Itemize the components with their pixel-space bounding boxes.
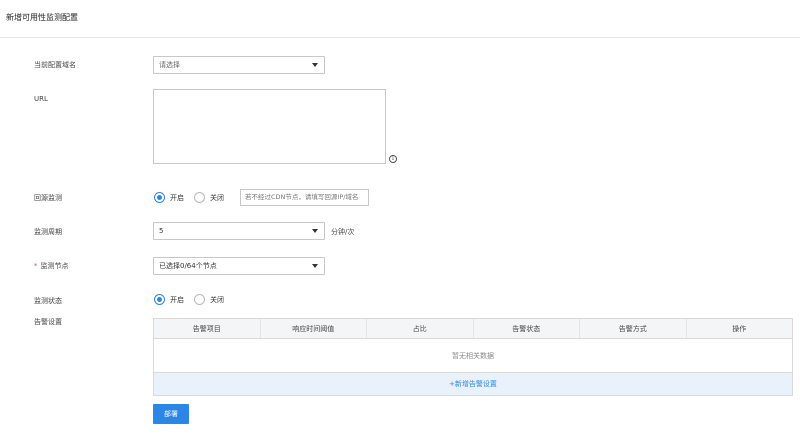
chevron-down-icon: [312, 229, 318, 233]
nodes-select[interactable]: 已选择0/64个节点: [153, 257, 325, 275]
origin-monitor-on-radio[interactable]: 开启: [154, 192, 184, 203]
empty-state: 暂无相关数据: [154, 339, 792, 373]
chevron-down-icon: [312, 63, 318, 67]
origin-monitor-on-label: 开启: [170, 193, 184, 202]
period-select-value: 5: [159, 227, 164, 235]
add-alarm-button[interactable]: +新增告警设置: [154, 373, 792, 395]
alarm-label: 告警设置: [34, 318, 62, 326]
radio-unchecked-icon: [194, 192, 205, 203]
origin-ip-input[interactable]: 若不经过CDN节点，请填写回源IP/域名: [240, 189, 369, 206]
period-unit: 分钟/次: [331, 228, 355, 236]
column-header: 操作: [732, 324, 747, 333]
alarm-table: 告警项目 响应时间阈值 占比 告警状态 告警方式 操作 暂无相关数据 +新增告警…: [153, 318, 793, 396]
status-on-label: 开启: [170, 295, 184, 304]
origin-monitor-radio-group: 开启 关闭: [154, 192, 234, 203]
origin-monitor-label: 回源监测: [34, 194, 62, 202]
nodes-label: * 监测节点: [34, 261, 69, 271]
column-header: 占比: [367, 319, 474, 338]
status-off-label: 关闭: [210, 295, 224, 304]
radio-unchecked-icon: [194, 294, 205, 305]
info-icon[interactable]: i: [389, 155, 397, 163]
column-header: 响应时间阈值: [261, 319, 367, 338]
domain-label: 当前配置域名: [34, 61, 76, 69]
column-header: 告警状态: [474, 319, 580, 338]
status-off-radio[interactable]: 关闭: [194, 294, 224, 305]
period-select[interactable]: 5: [153, 222, 325, 240]
column-header: 告警项目: [154, 319, 261, 338]
nodes-select-value: 已选择0/64个节点: [159, 262, 217, 270]
status-radio-group: 开启 关闭: [154, 294, 234, 305]
chevron-down-icon: [312, 264, 318, 268]
url-label: URL: [34, 95, 48, 103]
radio-checked-icon: [154, 192, 165, 203]
column-header: 告警方式: [580, 319, 687, 338]
radio-checked-icon: [154, 294, 165, 305]
deploy-button[interactable]: 部署: [153, 404, 189, 424]
page-title: 新增可用性监测配置: [6, 13, 78, 22]
domain-select[interactable]: 请选择: [153, 56, 325, 74]
status-label: 监测状态: [34, 297, 62, 305]
title-divider: [0, 37, 800, 38]
nodes-label-text: 监测节点: [40, 262, 69, 270]
domain-select-placeholder: 请选择: [159, 61, 180, 69]
alarm-table-header: 告警项目 响应时间阈值 占比 告警状态 告警方式 操作: [154, 319, 792, 339]
url-textarea[interactable]: [153, 89, 386, 164]
origin-monitor-off-radio[interactable]: 关闭: [194, 192, 224, 203]
origin-monitor-off-label: 关闭: [210, 193, 224, 202]
period-label: 监测周期: [34, 228, 62, 236]
status-on-radio[interactable]: 开启: [154, 294, 184, 305]
required-mark: *: [34, 262, 38, 270]
